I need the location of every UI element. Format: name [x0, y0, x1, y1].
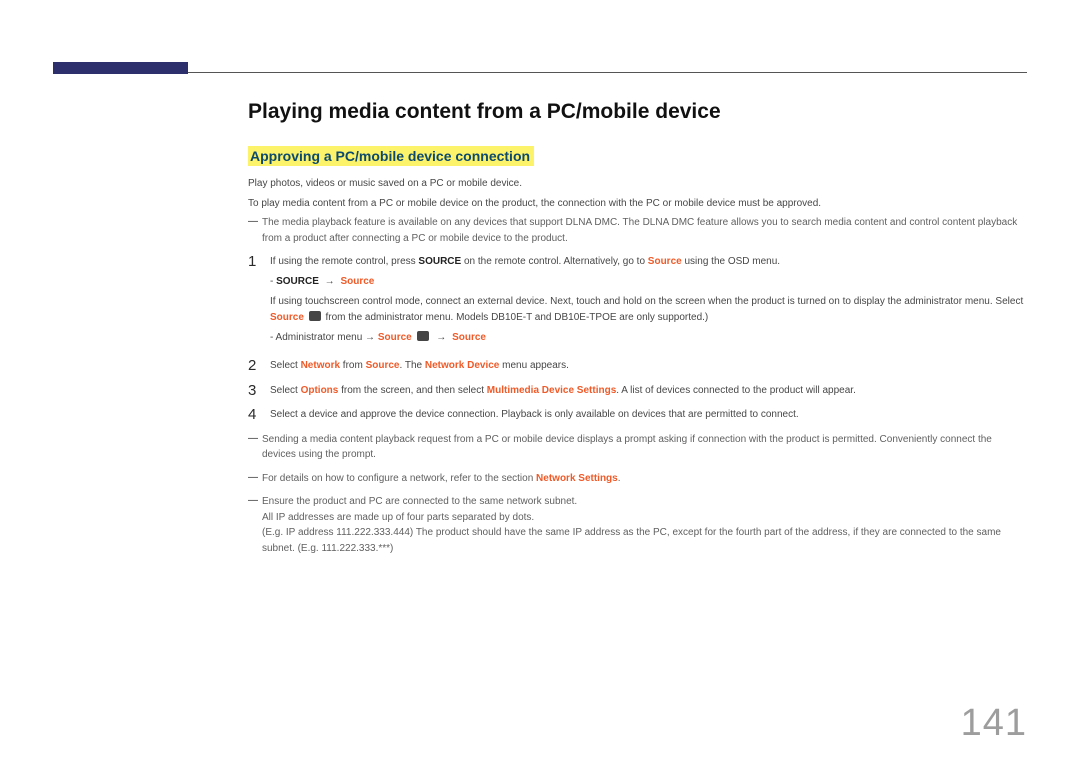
note-dash-icon [248, 432, 262, 447]
step3-mds: Multimedia Device Settings [487, 385, 616, 396]
step-4: 4 Select a device and approve the device… [248, 407, 1027, 424]
step1-text-c: using the OSD menu. [682, 256, 780, 267]
header-divider [188, 72, 1027, 73]
step1-sub-path: - SOURCE → Source [270, 274, 1027, 290]
step-2: 2 Select Network from Source. The Networ… [248, 358, 1027, 375]
bottom-note-2-text: For details on how to configure a networ… [262, 471, 1027, 487]
intro-paragraph-1: Play photos, videos or music saved on a … [248, 176, 1027, 192]
section-subtitle: Approving a PC/mobile device connection [248, 146, 534, 166]
n3-main: Ensure the product and PC are connected … [262, 494, 1027, 510]
step-number: 4 [248, 407, 270, 424]
step2-network: Network [301, 360, 340, 371]
step1-sub-orange: Source [340, 276, 374, 287]
bottom-note-3: Ensure the product and PC are connected … [248, 494, 1027, 556]
step1-text-b: on the remote control. Alternatively, go… [461, 256, 648, 267]
source-icon [309, 311, 321, 321]
step1-source-link: Source [648, 256, 682, 267]
step3-c: . A list of devices connected to the pro… [616, 385, 856, 396]
n2-pre: For details on how to configure a networ… [262, 473, 536, 484]
step-3: 3 Select Options from the screen, and th… [248, 383, 1027, 400]
page-number: 141 [961, 702, 1027, 745]
step1-sub2-o2: Source [452, 332, 486, 343]
bottom-note-1: Sending a media content playback request… [248, 432, 1027, 463]
page-content: Playing media content from a PC/mobile d… [248, 100, 1027, 564]
sub2-prefix: - Administrator menu → [270, 332, 378, 343]
step1-line2-b: from the administrator menu. Models DB10… [325, 312, 708, 323]
step3-b: from the screen, and then select [338, 385, 486, 396]
top-note: The media playback feature is available … [248, 215, 1027, 246]
step-body: Select a device and approve the device c… [270, 407, 1027, 423]
step2-network-device: Network Device [425, 360, 499, 371]
step3-a: Select [270, 385, 301, 396]
step1-line2-source: Source [270, 312, 304, 323]
source-icon [417, 331, 429, 341]
step2-a: Select [270, 360, 301, 371]
arrow-icon: → [319, 276, 341, 287]
step1-sub2-path: - Administrator menu → Source → Source [270, 330, 1027, 346]
n2-post: . [618, 473, 621, 484]
bottom-note-1-text: Sending a media content playback request… [262, 432, 1027, 463]
step-number: 2 [248, 358, 270, 375]
step1-line2: If using touchscreen control mode, conne… [270, 294, 1027, 326]
n2-link: Network Settings [536, 473, 618, 484]
step3-options: Options [301, 385, 339, 396]
n3-sub1: All IP addresses are made up of four par… [262, 510, 1027, 526]
arrow-icon: → [431, 332, 453, 343]
step1-source-label: SOURCE [418, 256, 461, 267]
step1-sub2-o1: Source [378, 332, 412, 343]
step-body: Select Network from Source. The Network … [270, 358, 1027, 374]
step-body: If using the remote control, press SOURC… [270, 254, 1027, 350]
note-dash-icon [248, 215, 262, 230]
step-body: Select Options from the screen, and then… [270, 383, 1027, 399]
step-1: 1 If using the remote control, press SOU… [248, 254, 1027, 350]
step2-d: menu appears. [499, 360, 569, 371]
page-title: Playing media content from a PC/mobile d… [248, 100, 1027, 124]
bottom-note-3-text: Ensure the product and PC are connected … [262, 494, 1027, 556]
step2-source: Source [366, 360, 400, 371]
step1-line2-a: If using touchscreen control mode, conne… [270, 296, 1023, 307]
n3-sub2: (E.g. IP address 111.222.333.444) The pr… [262, 525, 1027, 556]
step2-c: . The [400, 360, 425, 371]
step2-b: from [340, 360, 366, 371]
top-note-text: The media playback feature is available … [262, 215, 1027, 246]
step1-sub-bold: SOURCE [276, 276, 319, 287]
step1-text-a: If using the remote control, press [270, 256, 418, 267]
header-accent-bar [53, 62, 188, 74]
note-dash-icon [248, 494, 262, 509]
intro-paragraph-2: To play media content from a PC or mobil… [248, 196, 1027, 212]
bottom-note-2: For details on how to configure a networ… [248, 471, 1027, 487]
note-dash-icon [248, 471, 262, 486]
step-number: 3 [248, 383, 270, 400]
step-number: 1 [248, 254, 270, 271]
